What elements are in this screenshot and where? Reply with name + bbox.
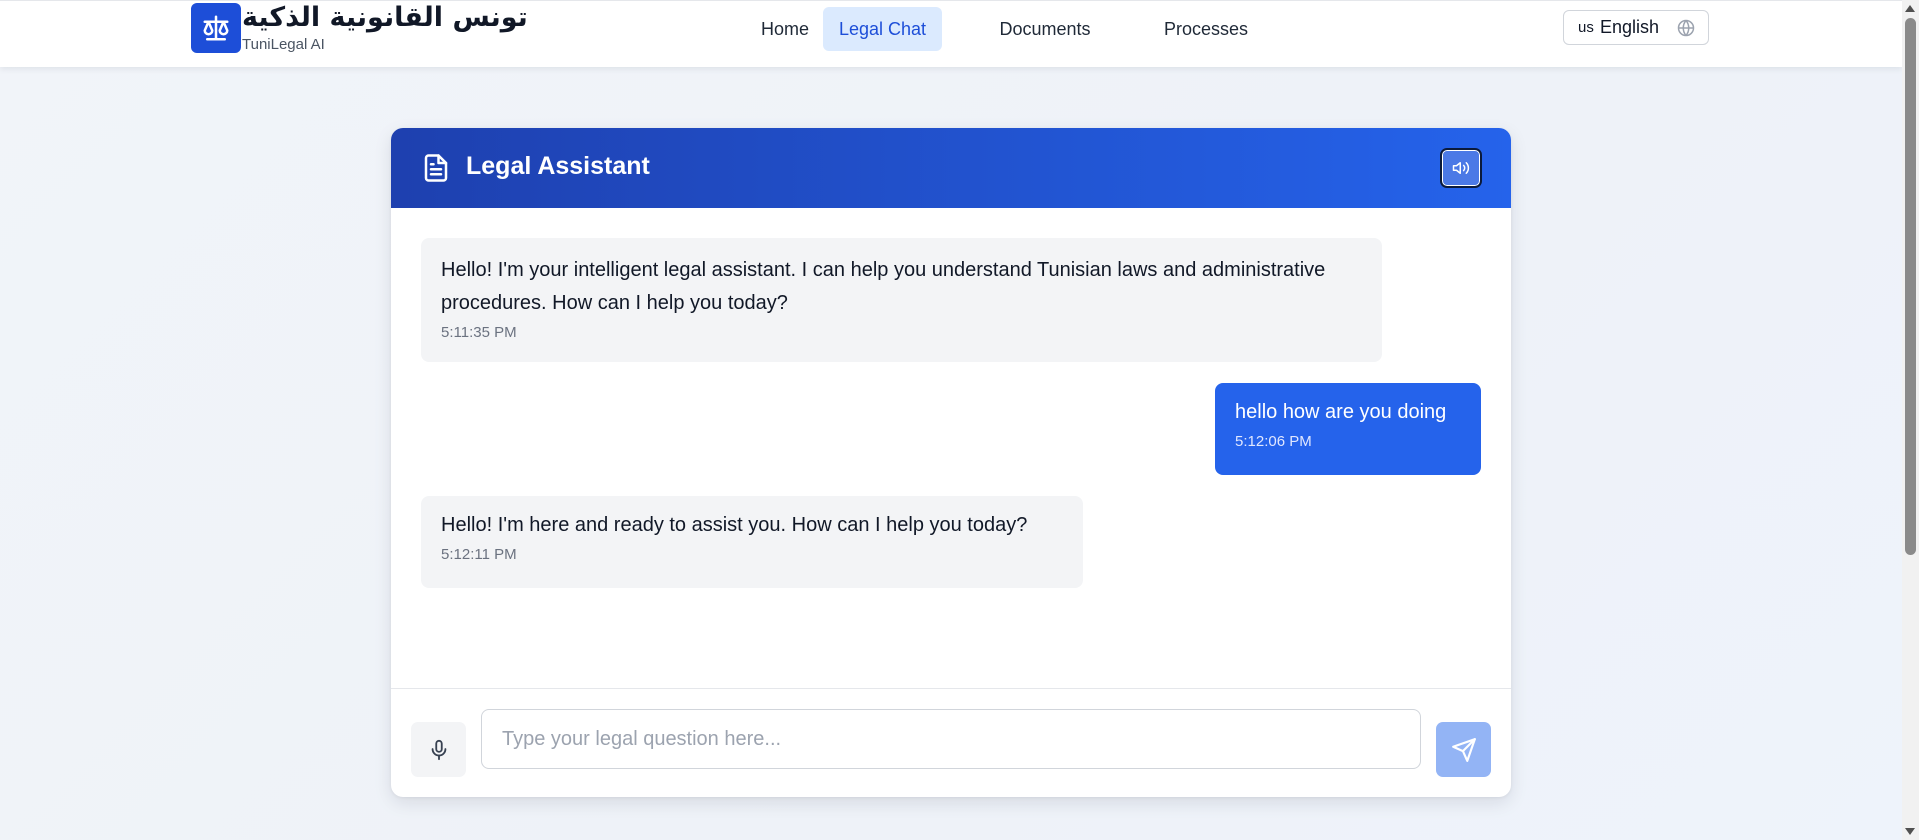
message-timestamp: 5:11:35 PM xyxy=(441,324,517,341)
nav-documents[interactable]: Documents xyxy=(980,7,1110,51)
language-selector[interactable]: us English xyxy=(1563,10,1709,45)
chat-card: Legal Assistant Hello! I'm your intellig… xyxy=(391,128,1511,797)
language-label: English xyxy=(1600,17,1660,37)
nav-processes[interactable]: Processes xyxy=(1148,7,1264,51)
send-icon xyxy=(1451,737,1476,762)
flag-us: us xyxy=(1578,19,1594,36)
brand-title: تونس القانونية الذكية xyxy=(242,2,528,33)
microphone-button[interactable] xyxy=(411,722,466,777)
divider xyxy=(391,688,1511,689)
chat-input[interactable] xyxy=(481,709,1421,769)
message-text: hello how are you doing xyxy=(1235,401,1447,423)
logo[interactable] xyxy=(191,3,241,53)
nav-home[interactable]: Home xyxy=(750,7,820,51)
document-icon xyxy=(424,154,448,182)
message-timestamp: 5:12:11 PM xyxy=(441,546,517,563)
speaker-icon xyxy=(1452,162,1470,174)
scroll-up-arrow[interactable] xyxy=(1905,5,1915,12)
assistant-message: Hello! I'm your intelligent legal assist… xyxy=(421,238,1382,362)
scroll-down-arrow[interactable] xyxy=(1905,828,1915,835)
globe-icon xyxy=(1677,19,1695,37)
chat-title: Legal Assistant xyxy=(466,152,650,180)
nav-legal-chat[interactable]: Legal Chat xyxy=(823,7,942,51)
speaker-toggle-button[interactable] xyxy=(1440,148,1482,188)
top-navbar: تونس القانونية الذكية TuniLegal AI Home … xyxy=(0,0,1902,67)
scroll-thumb[interactable] xyxy=(1905,18,1916,555)
assistant-message: Hello! I'm here and ready to assist you.… xyxy=(421,496,1083,588)
brand-subtitle: TuniLegal AI xyxy=(242,36,325,53)
scale-icon xyxy=(203,15,229,41)
message-timestamp: 5:12:06 PM xyxy=(1235,433,1312,450)
page-scrollbar[interactable] xyxy=(1902,0,1919,840)
send-button[interactable] xyxy=(1436,722,1491,777)
message-text: Hello! I'm here and ready to assist you.… xyxy=(441,514,1028,536)
microphone-icon xyxy=(431,739,446,760)
user-message: hello how are you doing 5:12:06 PM xyxy=(1215,383,1481,475)
chat-header: Legal Assistant xyxy=(391,128,1511,208)
message-text: Hello! I'm your intelligent legal assist… xyxy=(441,259,1326,314)
